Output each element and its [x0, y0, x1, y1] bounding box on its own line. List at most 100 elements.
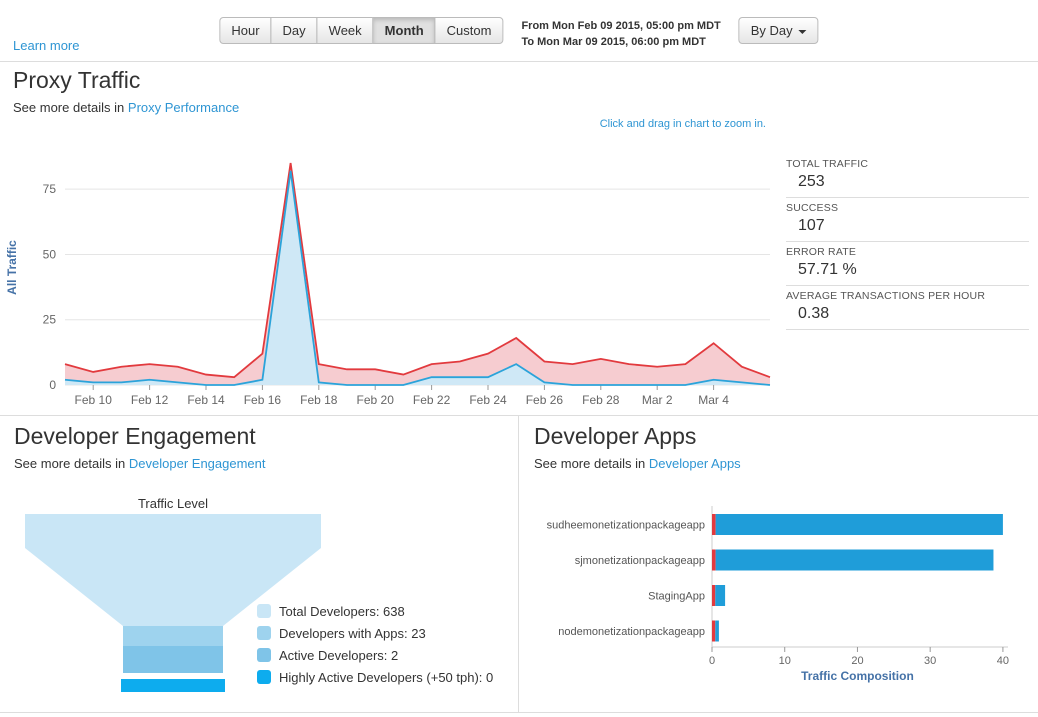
- developer-apps-link[interactable]: Developer Apps: [649, 456, 741, 471]
- range-hour-button[interactable]: Hour: [219, 17, 272, 44]
- range-month-button[interactable]: Month: [372, 17, 436, 44]
- funnel-stage-3: [123, 646, 223, 673]
- range-day-button[interactable]: Day: [270, 17, 318, 44]
- funnel-title: Traffic Level: [137, 496, 209, 511]
- range-week-button[interactable]: Week: [316, 17, 374, 44]
- funnel-stage-4: [121, 679, 225, 692]
- time-controls: Hour Day Week Month Custom From Mon Feb …: [219, 17, 819, 50]
- series-line-all-traffic: [64, 162, 771, 379]
- x-tick-label: Feb 26: [526, 393, 564, 407]
- learn-more-link[interactable]: Learn more: [13, 38, 79, 53]
- legend-item: Highly Active Developers (+50 tph): 0: [257, 666, 493, 688]
- series-line-success: [64, 170, 771, 386]
- x-tick-label: 30: [924, 655, 936, 667]
- bar-segment-traffic: [715, 549, 994, 571]
- details-text: See more details in: [14, 456, 126, 471]
- bar-segment-errors: [712, 585, 716, 606]
- topbar: Learn more Hour Day Week Month Custom Fr…: [0, 0, 1038, 62]
- stat-label: TOTAL TRAFFIC: [786, 158, 869, 170]
- engagement-details: See more details in Developer Engagement: [14, 456, 266, 471]
- category-label: sjmonetizationpackageapp: [575, 555, 705, 567]
- details-text: See more details in: [534, 456, 646, 471]
- bottom-divider: [0, 712, 1038, 713]
- bar-segment-traffic: [715, 585, 726, 606]
- x-tick-label: 20: [851, 655, 863, 667]
- details-text: See more details in: [13, 100, 125, 115]
- x-tick-label: Feb 24: [469, 393, 507, 407]
- zoom-hint: Click and drag in chart to zoom in.: [599, 118, 766, 130]
- series-area-success: [65, 170, 770, 385]
- apps-details: See more details in Developer Apps: [534, 456, 741, 471]
- developer-engagement-link[interactable]: Developer Engagement: [129, 456, 266, 471]
- x-tick-label: Feb 18: [300, 393, 338, 407]
- x-tick-label: 0: [709, 655, 715, 667]
- bar-segment-errors: [712, 549, 716, 571]
- funnel-stage-2: [123, 626, 223, 646]
- proxy-stats-panel: TOTAL TRAFFIC 253 SUCCESS 107 ERROR RATE…: [786, 154, 1029, 330]
- time-range-button-group: Hour Day Week Month Custom: [219, 17, 504, 44]
- category-label: StagingApp: [648, 591, 705, 603]
- analytics-dashboard: Learn more Hour Day Week Month Custom Fr…: [0, 0, 1038, 717]
- developer-apps-section: Developer Apps See more details in Devel…: [520, 416, 1038, 712]
- stat-value: 57.71 %: [798, 261, 857, 278]
- y-tick-label: 25: [43, 313, 57, 327]
- developer-engagement-title: Developer Engagement: [14, 423, 256, 449]
- group-by-label: By Day: [750, 23, 793, 38]
- legend-swatch-icon: [257, 670, 271, 684]
- x-tick-label: Mar 4: [698, 393, 729, 407]
- developer-apps-title: Developer Apps: [534, 423, 697, 449]
- date-to: To Mon Mar 09 2015, 06:00 pm MDT: [521, 36, 706, 48]
- x-tick-label: 10: [779, 655, 791, 667]
- x-tick-label: Mar 2: [642, 393, 673, 407]
- stat-value: 0.38: [798, 305, 830, 322]
- legend-label: Total Developers: 638: [279, 603, 405, 619]
- proxy-traffic-title: Proxy Traffic: [13, 67, 141, 93]
- series-area-all-traffic: [65, 163, 770, 385]
- x-tick-label: Feb 12: [131, 393, 169, 407]
- proxy-traffic-chart[interactable]: 0 25 50 75 Feb 10 Feb 12 Feb 14 Feb 16 Feb 18 Feb…: [0, 140, 780, 408]
- category-label: nodemonetizationpackageapp: [558, 626, 705, 638]
- stat-avg-tph: AVERAGE TRANSACTIONS PER HOUR 0.38: [786, 286, 1029, 330]
- proxy-traffic-section: Proxy Traffic See more details in Proxy …: [0, 62, 1038, 416]
- x-axis-title: Traffic Composition: [801, 669, 914, 683]
- developer-apps-chart: 0 10 20 30 40 sudheemonetizationpackageapp sjm…: [547, 506, 1009, 683]
- stat-label: AVERAGE TRANSACTIONS PER HOUR: [786, 290, 986, 302]
- caret-down-icon: [798, 29, 807, 34]
- proxy-details: See more details in Proxy Performance: [13, 100, 239, 115]
- legend-label: Developers with Apps: 23: [279, 625, 426, 641]
- legend-label: Highly Active Developers (+50 tph): 0: [279, 669, 494, 685]
- x-tick-label: Feb 16: [244, 393, 282, 407]
- x-tick-label: 40: [997, 655, 1009, 667]
- stat-value: 253: [798, 173, 825, 190]
- legend-swatch-icon: [257, 604, 271, 618]
- bar-segment-errors: [712, 514, 716, 535]
- legend-item: Active Developers: 2: [257, 644, 493, 666]
- stat-error-rate: ERROR RATE 57.71 %: [786, 242, 1029, 286]
- x-tick-label: Feb 22: [413, 393, 451, 407]
- stat-label: SUCCESS: [786, 202, 839, 214]
- stat-total-traffic: TOTAL TRAFFIC 253: [786, 154, 1029, 198]
- legend-item: Total Developers: 638: [257, 600, 493, 622]
- y-axis-title: All Traffic: [5, 240, 19, 295]
- date-range: From Mon Feb 09 2015, 05:00 pm MDT To Mo…: [521, 17, 720, 50]
- group-by-dropdown[interactable]: By Day: [738, 17, 819, 44]
- legend-swatch-icon: [257, 626, 271, 640]
- stat-value: 107: [798, 217, 825, 234]
- x-tick-label: Feb 14: [187, 393, 225, 407]
- x-tick-label: Feb 10: [75, 393, 113, 407]
- bar-segment-errors: [712, 620, 716, 642]
- bar-segment-traffic: [715, 514, 1003, 535]
- stat-success: SUCCESS 107: [786, 198, 1029, 242]
- legend-label: Active Developers: 2: [279, 647, 399, 663]
- proxy-performance-link[interactable]: Proxy Performance: [128, 100, 239, 115]
- y-tick-label: 50: [43, 247, 57, 261]
- developer-engagement-section: Developer Engagement See more details in…: [0, 416, 519, 712]
- legend-item: Developers with Apps: 23: [257, 622, 493, 644]
- y-tick-label: 0: [49, 378, 56, 392]
- y-tick-label: 75: [43, 182, 57, 196]
- range-custom-button[interactable]: Custom: [434, 17, 504, 44]
- date-from: From Mon Feb 09 2015, 05:00 pm MDT: [521, 20, 721, 32]
- x-tick-label: Feb 20: [357, 393, 395, 407]
- category-label: sudheemonetizationpackageapp: [547, 520, 705, 532]
- funnel-legend: Total Developers: 638 Developers with App…: [257, 600, 493, 688]
